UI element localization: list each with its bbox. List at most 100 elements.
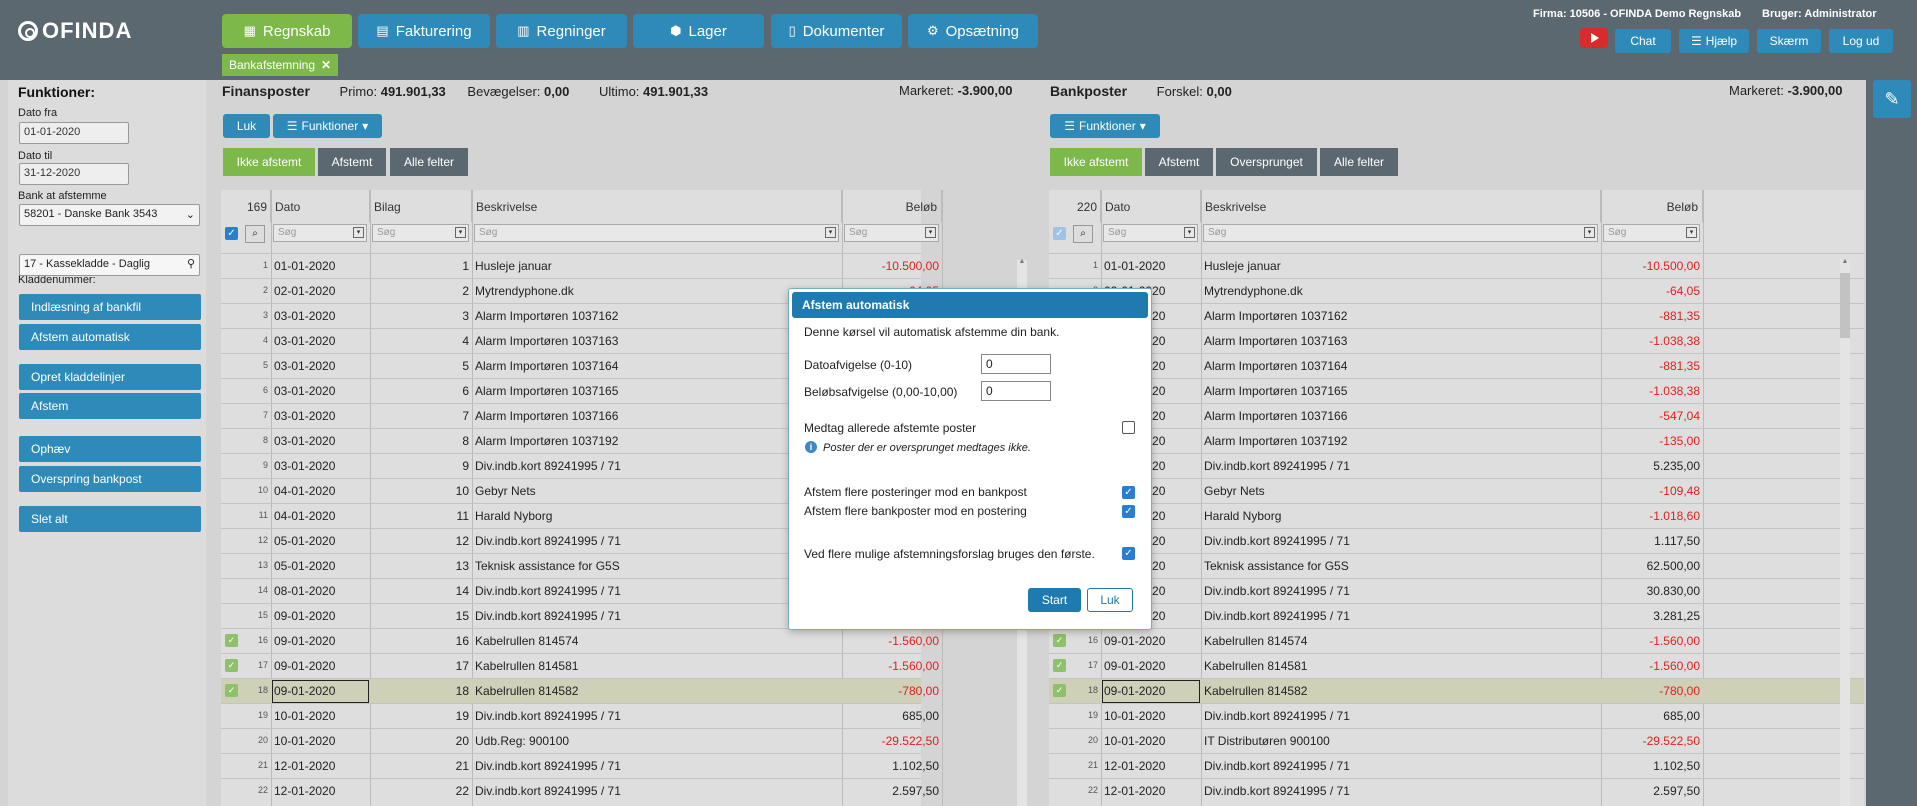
cell-voucher[interactable]: 12 bbox=[373, 534, 469, 548]
cell-desc[interactable]: Kabelrullen 814574 bbox=[1204, 634, 1598, 648]
cell-date[interactable]: 12-01-2020 bbox=[1104, 759, 1198, 773]
cell-date[interactable]: 04-01-2020 bbox=[274, 509, 367, 523]
left-filter-desc[interactable]: Søg ▾ bbox=[474, 224, 839, 242]
cell-voucher[interactable]: 3 bbox=[373, 309, 469, 323]
cell-amount[interactable]: -780,00 bbox=[845, 684, 939, 698]
cell-desc[interactable]: Husleje januar bbox=[475, 259, 839, 273]
nav-dokumenter[interactable]: ▯ Dokumenter bbox=[771, 14, 902, 48]
cell-amount[interactable]: 5.235,00 bbox=[1604, 459, 1700, 473]
cell-voucher[interactable]: 11 bbox=[373, 509, 469, 523]
sidebar-button-4[interactable]: Ophæv bbox=[19, 436, 201, 462]
cell-date[interactable]: 04-01-2020 bbox=[274, 484, 367, 498]
cell-date[interactable]: 10-01-2020 bbox=[274, 734, 367, 748]
app-logo[interactable]: OFINDA bbox=[18, 18, 132, 44]
table-row[interactable]: 1 01-01-2020 1 Husleje januar -10.500,00 bbox=[221, 253, 939, 278]
cell-amount[interactable]: -1.038,38 bbox=[1604, 384, 1700, 398]
cell-desc[interactable]: Alarm Importøren 1037163 bbox=[475, 334, 839, 348]
left-tab-ikke-afstemt[interactable]: Ikke afstemt bbox=[223, 148, 315, 176]
right-filter-date[interactable]: Søg ▾ bbox=[1103, 224, 1198, 242]
cell-voucher[interactable]: 15 bbox=[373, 609, 469, 623]
left-binoculars-icon[interactable]: ⌕ bbox=[245, 225, 265, 243]
table-row[interactable]: 202-01-2020Mytrendyphone.dk-64,05 bbox=[1049, 278, 1864, 303]
cell-desc[interactable]: Mytrendyphone.dk bbox=[475, 284, 839, 298]
right-header-desc[interactable]: Beskrivelse bbox=[1201, 190, 1601, 222]
cell-desc[interactable]: Div.indb.kort 89241995 / 71 bbox=[475, 709, 839, 723]
right-scrollbar-thumb[interactable] bbox=[1840, 273, 1850, 338]
table-row[interactable]: ✓ 18 09-01-2020 18 Kabelrullen 814582 -780,00 bbox=[221, 678, 939, 703]
include-reconciled-checkbox[interactable] bbox=[1122, 421, 1135, 434]
table-row[interactable]: 803-01-2020Alarm Importøren 1037192-135,… bbox=[1049, 428, 1864, 453]
cell-date[interactable]: 03-01-2020 bbox=[274, 359, 367, 373]
filter-dropdown-icon[interactable]: ▾ bbox=[455, 227, 466, 238]
cell-date[interactable]: 03-01-2020 bbox=[274, 434, 367, 448]
focused-cell[interactable] bbox=[272, 680, 369, 703]
search-icon[interactable]: ⚲ bbox=[187, 257, 195, 270]
cell-desc[interactable]: Kabelrullen 814582 bbox=[1204, 684, 1598, 698]
right-select-all-checkbox[interactable]: ✓ bbox=[1053, 227, 1066, 240]
sidebar-button-0[interactable]: Indlæsning af bankfil bbox=[19, 294, 201, 320]
table-row[interactable]: 403-01-2020Alarm Importøren 1037163-1.03… bbox=[1049, 328, 1864, 353]
left-functions-button[interactable]: ☰ Funktioner ▾ bbox=[273, 114, 382, 138]
cell-amount[interactable]: 3.281,25 bbox=[1604, 609, 1700, 623]
left-filter-date[interactable]: Søg ▾ bbox=[273, 224, 367, 242]
cell-desc[interactable]: Div.indb.kort 89241995 / 71 bbox=[475, 759, 839, 773]
cell-date[interactable]: 09-01-2020 bbox=[1104, 634, 1198, 648]
scroll-up-icon[interactable]: ▲ bbox=[1840, 258, 1850, 265]
cell-desc[interactable]: Div.indb.kort 89241995 / 71 bbox=[1204, 709, 1598, 723]
sidebar-button-3[interactable]: Afstem bbox=[19, 393, 201, 419]
cell-amount[interactable]: -1.560,00 bbox=[1604, 634, 1700, 648]
cell-voucher[interactable]: 16 bbox=[373, 634, 469, 648]
cell-desc[interactable]: Div.indb.kort 89241995 / 71 bbox=[1204, 609, 1598, 623]
cell-amount[interactable]: 30.830,00 bbox=[1604, 584, 1700, 598]
cell-voucher[interactable]: 4 bbox=[373, 334, 469, 348]
cell-date[interactable]: 01-01-2020 bbox=[274, 259, 367, 273]
cell-voucher[interactable]: 22 bbox=[373, 784, 469, 798]
table-row[interactable]: 703-01-2020Alarm Importøren 1037166-547,… bbox=[1049, 403, 1864, 428]
table-row[interactable]: 903-01-2020Div.indb.kort 89241995 / 715.… bbox=[1049, 453, 1864, 478]
cell-desc[interactable]: Div.indb.kort 89241995 / 71 bbox=[475, 784, 839, 798]
cell-desc[interactable]: Harald Nyborg bbox=[475, 509, 839, 523]
cell-amount[interactable]: -881,35 bbox=[1604, 359, 1700, 373]
table-row[interactable]: 1408-01-2020Div.indb.kort 89241995 / 713… bbox=[1049, 578, 1864, 603]
cell-desc[interactable]: Gebyr Nets bbox=[475, 484, 839, 498]
cell-desc[interactable]: Alarm Importøren 1037166 bbox=[1204, 409, 1598, 423]
cell-date[interactable]: 02-01-2020 bbox=[274, 284, 367, 298]
filter-dropdown-icon[interactable]: ▾ bbox=[1584, 227, 1595, 238]
table-row[interactable]: 20 10-01-2020 IT Distributøren 900100 -29.5… bbox=[1049, 728, 1864, 753]
multi-bank-checkbox[interactable]: ✓ bbox=[1122, 505, 1135, 518]
cell-voucher[interactable]: 6 bbox=[373, 384, 469, 398]
cell-amount[interactable]: -29.522,50 bbox=[845, 734, 939, 748]
journal-input[interactable]: 17 - Kassekladde - Daglig ⚲ bbox=[19, 254, 200, 276]
right-tab-afstemt[interactable]: Afstemt bbox=[1145, 148, 1213, 176]
cell-desc[interactable]: Kabelrullen 814581 bbox=[475, 659, 839, 673]
cell-amount[interactable]: -547,04 bbox=[1604, 409, 1700, 423]
filter-dropdown-icon[interactable]: ▾ bbox=[1184, 227, 1195, 238]
cell-voucher[interactable]: 21 bbox=[373, 759, 469, 773]
right-filter-amount[interactable]: Søg ▾ bbox=[1603, 224, 1700, 242]
table-row[interactable]: ✓ 16 09-01-2020 Kabelrullen 814574 -1.560,00 bbox=[1049, 628, 1864, 653]
cell-desc[interactable]: Kabelrullen 814581 bbox=[1204, 659, 1598, 673]
cell-amount[interactable]: 1.117,50 bbox=[1604, 534, 1700, 548]
left-header-amount[interactable]: Beløb bbox=[842, 190, 942, 222]
cell-desc[interactable]: Div.indb.kort 89241995 / 71 bbox=[1204, 759, 1598, 773]
cell-desc[interactable]: Div.indb.kort 89241995 / 71 bbox=[475, 609, 839, 623]
cell-amount[interactable]: 2.597,50 bbox=[1604, 784, 1700, 798]
cell-desc[interactable]: Gebyr Nets bbox=[1204, 484, 1598, 498]
use-first-checkbox[interactable]: ✓ bbox=[1122, 547, 1135, 560]
table-row[interactable]: 19 10-01-2020 19 Div.indb.kort 89241995 / 7… bbox=[221, 703, 939, 728]
left-select-all-checkbox[interactable]: ✓ bbox=[225, 227, 238, 240]
cell-date[interactable]: 01-01-2020 bbox=[1104, 259, 1198, 273]
cell-desc[interactable]: Teknisk assistance for G5S bbox=[475, 559, 839, 573]
table-row[interactable]: 22 12-01-2020 Div.indb.kort 89241995 / 71 2… bbox=[1049, 778, 1864, 803]
cell-date[interactable]: 12-01-2020 bbox=[1104, 784, 1198, 798]
cell-date[interactable]: 08-01-2020 bbox=[274, 584, 367, 598]
cell-desc[interactable]: Alarm Importøren 1037164 bbox=[475, 359, 839, 373]
right-functions-button[interactable]: ☰ Funktioner ▾ bbox=[1050, 114, 1160, 138]
sidebar-button-1[interactable]: Afstem automatisk bbox=[19, 324, 201, 350]
cell-desc[interactable]: Alarm Importøren 1037162 bbox=[1204, 309, 1598, 323]
cell-amount[interactable]: -1.560,00 bbox=[845, 634, 939, 648]
date-to-input[interactable]: 31-12-2020 bbox=[19, 163, 129, 185]
table-row[interactable]: 1 01-01-2020 Husleje januar -10.500,00 bbox=[1049, 253, 1864, 278]
cell-desc[interactable]: Alarm Importøren 1037162 bbox=[475, 309, 839, 323]
table-row[interactable]: 21 12-01-2020 Div.indb.kort 89241995 / 71 1… bbox=[1049, 753, 1864, 778]
